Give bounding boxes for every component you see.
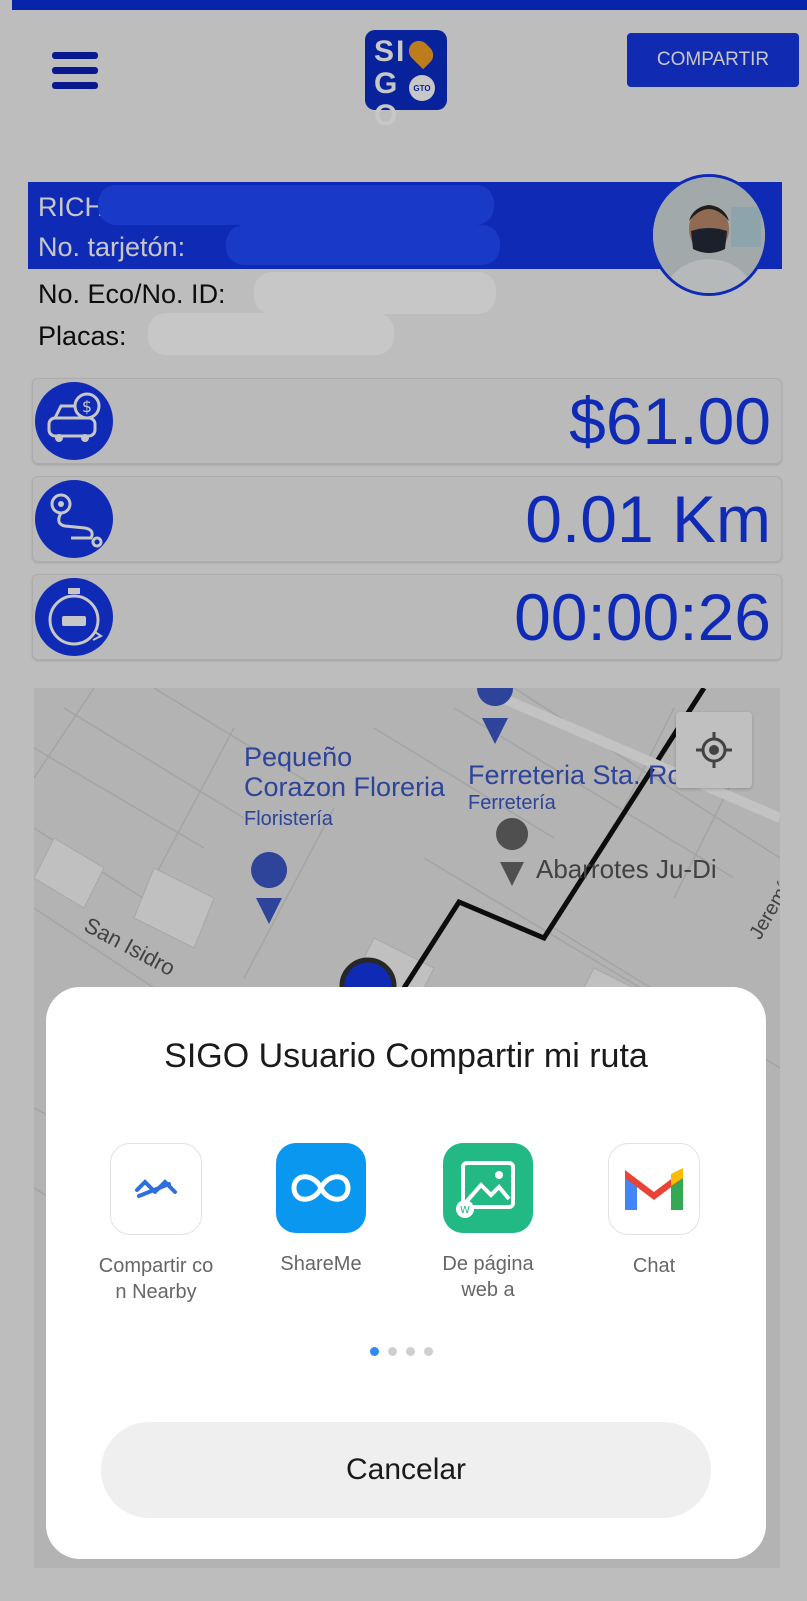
share-sheet: SIGO Usuario Compartir mi ruta Compartir…	[46, 987, 766, 1559]
gallery-icon: W	[443, 1143, 533, 1233]
gmail-icon	[608, 1143, 700, 1235]
page-dot	[424, 1347, 433, 1356]
share-option-label: Chat	[632, 1255, 676, 1277]
share-option-nearby[interactable]: Compartir co n Nearby	[86, 1143, 226, 1305]
share-option-webpage[interactable]: W De página web a	[418, 1143, 558, 1303]
share-option-gmail-chat[interactable]: Chat	[584, 1143, 724, 1279]
share-option-label: ShareMe	[280, 1253, 362, 1275]
page-dot-active	[370, 1347, 379, 1356]
shareme-icon	[276, 1143, 366, 1233]
share-option-shareme[interactable]: ShareMe	[251, 1143, 391, 1277]
share-option-label: De página web a	[442, 1253, 534, 1301]
share-sheet-title: SIGO Usuario Compartir mi ruta	[164, 1037, 648, 1075]
nearby-share-icon	[110, 1143, 202, 1235]
page-indicator	[370, 1343, 442, 1361]
share-option-label: Compartir co n Nearby	[98, 1255, 214, 1303]
page-dot	[406, 1347, 415, 1356]
cancel-button[interactable]: Cancelar	[101, 1422, 711, 1518]
page-dot	[388, 1347, 397, 1356]
svg-text:W: W	[460, 1205, 470, 1216]
